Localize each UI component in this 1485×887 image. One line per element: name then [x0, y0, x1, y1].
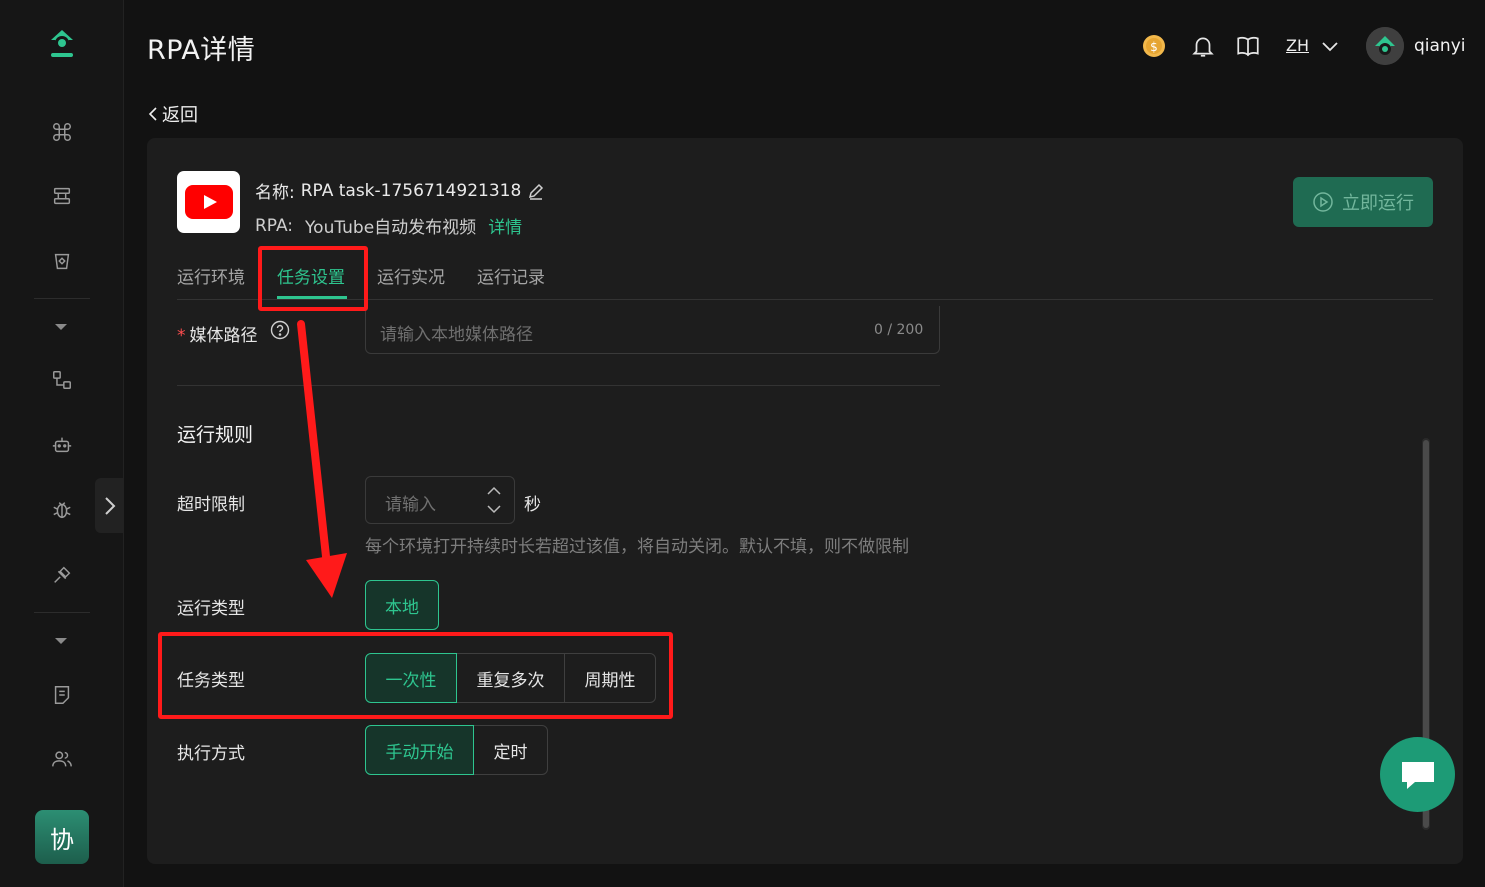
bucket-icon[interactable]: [46, 245, 78, 277]
chevron-down-icon[interactable]: [1321, 38, 1339, 54]
edit-icon[interactable]: [527, 182, 545, 200]
annotation-highlight-tab: [258, 246, 368, 311]
username[interactable]: qianyi: [1414, 36, 1466, 56]
bell-icon[interactable]: [1190, 33, 1216, 59]
rpa-line: RPA: YouTube自动发布视频 详情: [255, 213, 522, 239]
media-path-label-text: 媒体路径: [189, 326, 258, 346]
youtube-icon: [177, 171, 240, 233]
book-icon[interactable]: [1235, 33, 1261, 59]
timeout-label: 超时限制: [177, 495, 245, 515]
media-path-label: * 媒体路径: [177, 321, 258, 346]
task-name-line: 名称: RPA task-1756714921318: [255, 178, 545, 203]
required-marker: *: [177, 326, 186, 346]
app-logo-icon[interactable]: [44, 26, 80, 62]
chevron-left-icon: [148, 107, 157, 121]
sidebar: 协: [0, 0, 124, 887]
timeout-hint: 每个环境打开持续时长若超过该值，将自动关闭。默认不填，则不做限制: [365, 537, 909, 557]
back-label: 返回: [162, 105, 198, 126]
exec-mode-option-manual[interactable]: 手动开始: [365, 725, 474, 775]
back-link[interactable]: 返回: [148, 101, 198, 127]
page-title: RPA详情: [147, 35, 256, 66]
collapse-caret-icon[interactable]: [55, 638, 67, 644]
sidebar-divider: [34, 612, 90, 613]
flow-icon[interactable]: [46, 364, 78, 396]
help-icon[interactable]: [270, 320, 290, 340]
tab-run-records[interactable]: 运行记录: [477, 263, 545, 288]
layers-icon[interactable]: [46, 180, 78, 212]
robot-icon[interactable]: [46, 429, 78, 461]
run-type-label: 运行类型: [177, 599, 245, 619]
exec-mode-group: 手动开始 定时: [365, 725, 548, 775]
bug-icon[interactable]: [46, 494, 78, 526]
command-icon[interactable]: [46, 116, 78, 148]
exec-mode-label: 执行方式: [177, 744, 245, 764]
collapse-caret-icon[interactable]: [55, 324, 67, 330]
media-path-count: 0 / 200: [874, 322, 924, 338]
task-name-value: RPA task-1756714921318: [300, 180, 522, 201]
users-icon[interactable]: [46, 743, 78, 775]
sidebar-expand-button[interactable]: [95, 478, 124, 533]
run-now-label: 立即运行: [1342, 193, 1414, 214]
run-type-option-local[interactable]: 本地: [365, 580, 439, 630]
run-type-group: 本地: [365, 580, 439, 630]
rpa-value: YouTube自动发布视频: [305, 218, 477, 238]
plug-icon[interactable]: [46, 559, 78, 591]
svg-text:$: $: [1150, 40, 1158, 54]
run-rules-title: 运行规则: [177, 424, 254, 446]
coin-icon[interactable]: $: [1140, 32, 1168, 60]
timeout-unit: 秒: [524, 495, 541, 515]
task-name-label: 名称:: [255, 183, 295, 203]
tab-run-environment[interactable]: 运行环境: [177, 263, 245, 288]
run-now-button[interactable]: 立即运行: [1293, 177, 1433, 227]
task-type-option-once[interactable]: 一次性: [365, 653, 457, 703]
media-path-placeholder: 请输入本地媒体路径: [380, 325, 533, 345]
play-circle-icon: [1313, 192, 1333, 212]
rpa-detail-link[interactable]: 详情: [488, 213, 522, 238]
collaboration-button[interactable]: 协: [35, 810, 89, 864]
language-selector[interactable]: ZH: [1286, 36, 1309, 55]
avatar[interactable]: [1366, 27, 1404, 65]
tab-run-status[interactable]: 运行实况: [377, 263, 445, 288]
section-divider: [177, 385, 940, 386]
rpa-label: RPA:: [255, 215, 294, 236]
stepper-arrows-icon[interactable]: [484, 482, 504, 518]
sidebar-divider: [34, 298, 90, 299]
chat-button[interactable]: [1380, 737, 1455, 812]
timeout-placeholder: 请输入: [385, 495, 436, 515]
exec-mode-option-scheduled[interactable]: 定时: [473, 725, 548, 775]
document-icon[interactable]: [46, 679, 78, 711]
chat-bubble-icon: [1401, 761, 1434, 789]
